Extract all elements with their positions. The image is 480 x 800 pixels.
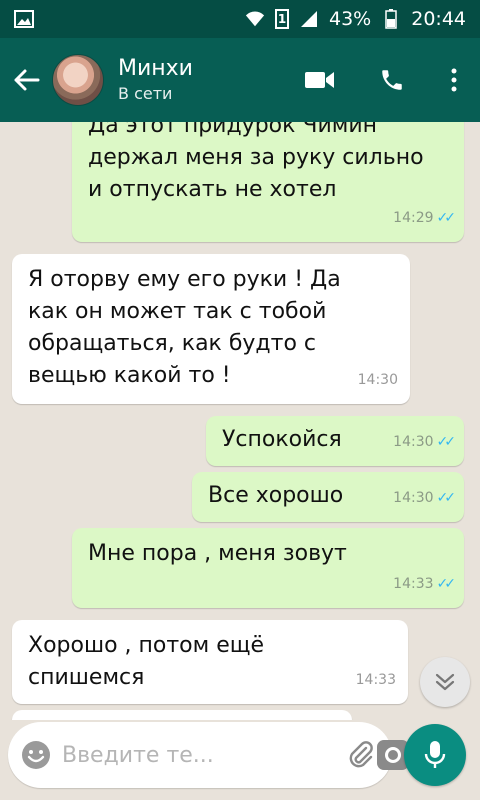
- incoming-message-partial[interactable]: [12, 710, 352, 720]
- voice-message-button[interactable]: [404, 724, 466, 786]
- message-time: 14:33: [355, 672, 396, 688]
- message-input[interactable]: [52, 742, 346, 768]
- outgoing-message[interactable]: Успокойся 14:30 ✓✓: [206, 416, 464, 466]
- outgoing-message[interactable]: Да этот придурок Чимин держал меня за ру…: [72, 122, 464, 242]
- mic-icon: [424, 741, 446, 768]
- message-line: обращаться, как будто с: [28, 331, 316, 356]
- chat-header: Минхи В сети: [0, 38, 480, 122]
- back-arrow-icon: [14, 69, 40, 91]
- incoming-message[interactable]: Хорошо , потом ещё спишемся 14:33: [12, 620, 408, 704]
- message-time: 14:30: [393, 434, 434, 450]
- message-line: спишемся: [28, 665, 145, 690]
- message-line: Да этот придурок Чимин: [88, 122, 378, 138]
- wifi-icon: [245, 10, 265, 28]
- message-line: Я оторву ему его руки ! Да: [28, 267, 341, 292]
- double-check-icon: ✓✓: [436, 490, 457, 506]
- message-composer: [8, 722, 409, 788]
- message-line: Хорошо , потом ещё: [28, 633, 265, 658]
- avatar[interactable]: [52, 54, 104, 106]
- message-line: держал меня за руку сильно: [88, 145, 424, 170]
- message-list[interactable]: Да этот придурок Чимин держал меня за ру…: [0, 122, 480, 720]
- voice-call-button[interactable]: [356, 38, 428, 122]
- attach-button[interactable]: [346, 735, 376, 775]
- back-button[interactable]: [0, 38, 52, 122]
- message-line: вещью какой то !: [28, 363, 231, 388]
- more-vert-icon: [451, 68, 457, 92]
- scroll-to-bottom-button[interactable]: [420, 657, 470, 707]
- message-time: 14:30: [393, 490, 434, 506]
- outgoing-message[interactable]: Мне пора , меня зовут 14:33 ✓✓: [72, 528, 464, 608]
- video-call-button[interactable]: [284, 38, 356, 122]
- message-line: Все хорошо: [208, 483, 344, 508]
- signal-icon: [299, 10, 319, 28]
- clock: 20:44: [411, 8, 466, 30]
- contact-status: В сети: [118, 84, 173, 103]
- contact-name: Минхи: [118, 56, 193, 81]
- message-line: Успокойся: [222, 427, 342, 452]
- message-line: Мне пора , меня зовут: [88, 541, 347, 566]
- double-check-icon: ✓✓: [436, 210, 457, 226]
- double-check-icon: ✓✓: [436, 576, 457, 592]
- message-time: 14:30: [357, 372, 398, 388]
- phone-icon: [382, 70, 402, 90]
- chevron-double-down-icon: [435, 673, 455, 691]
- video-call-icon: [305, 72, 334, 88]
- battery-icon: [381, 9, 401, 29]
- emoji-button[interactable]: [20, 735, 52, 775]
- outgoing-message[interactable]: Все хорошо 14:30 ✓✓: [192, 472, 464, 522]
- emoji-icon: [22, 741, 50, 769]
- status-bar: 1 43% 20:44: [0, 0, 480, 38]
- double-check-icon: ✓✓: [436, 434, 457, 450]
- battery-percent: 43%: [329, 8, 372, 30]
- message-line: как он может так с тобой: [28, 299, 327, 324]
- more-options-button[interactable]: [428, 38, 480, 122]
- attach-icon: [349, 741, 373, 768]
- message-time: 14:33: [393, 576, 434, 592]
- gallery-icon: [14, 10, 34, 28]
- incoming-message[interactable]: Я оторву ему его руки ! Да как он может …: [12, 254, 410, 404]
- contact-info[interactable]: Минхи В сети: [118, 55, 193, 105]
- sim-icon: 1: [275, 9, 289, 29]
- message-time: 14:29: [393, 210, 434, 226]
